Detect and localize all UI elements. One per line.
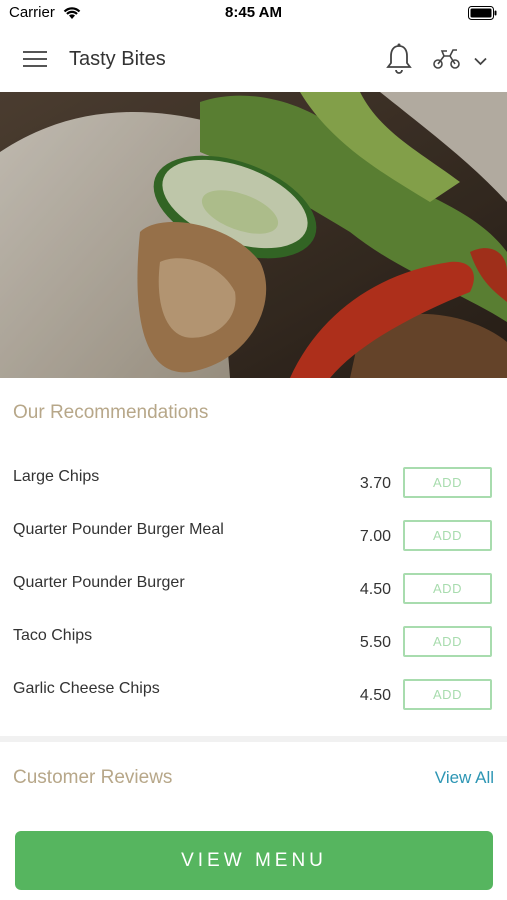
chevron-down-icon[interactable]: [474, 53, 487, 71]
add-button[interactable]: ADD: [403, 573, 492, 604]
status-time: 8:45 AM: [225, 4, 282, 21]
item-price: 3.70: [359, 475, 391, 492]
add-button[interactable]: ADD: [403, 520, 492, 551]
item-price: 4.50: [359, 581, 391, 598]
list-item: Garlic Cheese Chips 4.50 ADD: [0, 670, 507, 723]
item-name: Large Chips: [13, 468, 100, 485]
reviews-title: Customer Reviews: [13, 767, 173, 788]
item-price: 4.50: [359, 687, 391, 704]
item-price: 7.00: [359, 528, 391, 545]
bell-icon[interactable]: [385, 43, 413, 80]
app-title: Tasty Bites: [69, 48, 166, 70]
add-button[interactable]: ADD: [403, 626, 492, 657]
battery-icon: [468, 6, 498, 24]
delivery-icon[interactable]: [432, 48, 462, 75]
list-item: Large Chips 3.70 ADD: [0, 458, 507, 511]
menu-icon[interactable]: [23, 50, 47, 73]
list-item: Quarter Pounder Burger Meal 7.00 ADD: [0, 511, 507, 564]
list-item: Taco Chips 5.50 ADD: [0, 617, 507, 670]
item-name: Quarter Pounder Burger Meal: [13, 521, 224, 538]
hero-food-image: [0, 92, 507, 378]
list-item: Quarter Pounder Burger 4.50 ADD: [0, 564, 507, 617]
status-bar: Carrier 8:45 AM: [0, 0, 507, 26]
app-header: Tasty Bites: [0, 26, 507, 92]
view-menu-button[interactable]: VIEW MENU: [15, 831, 493, 890]
add-button[interactable]: ADD: [403, 679, 492, 710]
section-divider: [0, 736, 507, 742]
item-name: Quarter Pounder Burger: [13, 574, 185, 591]
item-price: 5.50: [359, 634, 391, 651]
view-all-link[interactable]: View All: [435, 768, 494, 788]
item-name: Garlic Cheese Chips: [13, 680, 160, 697]
item-name: Taco Chips: [13, 627, 93, 644]
add-button[interactable]: ADD: [403, 467, 492, 498]
recommendations-title: Our Recommendations: [13, 402, 209, 423]
